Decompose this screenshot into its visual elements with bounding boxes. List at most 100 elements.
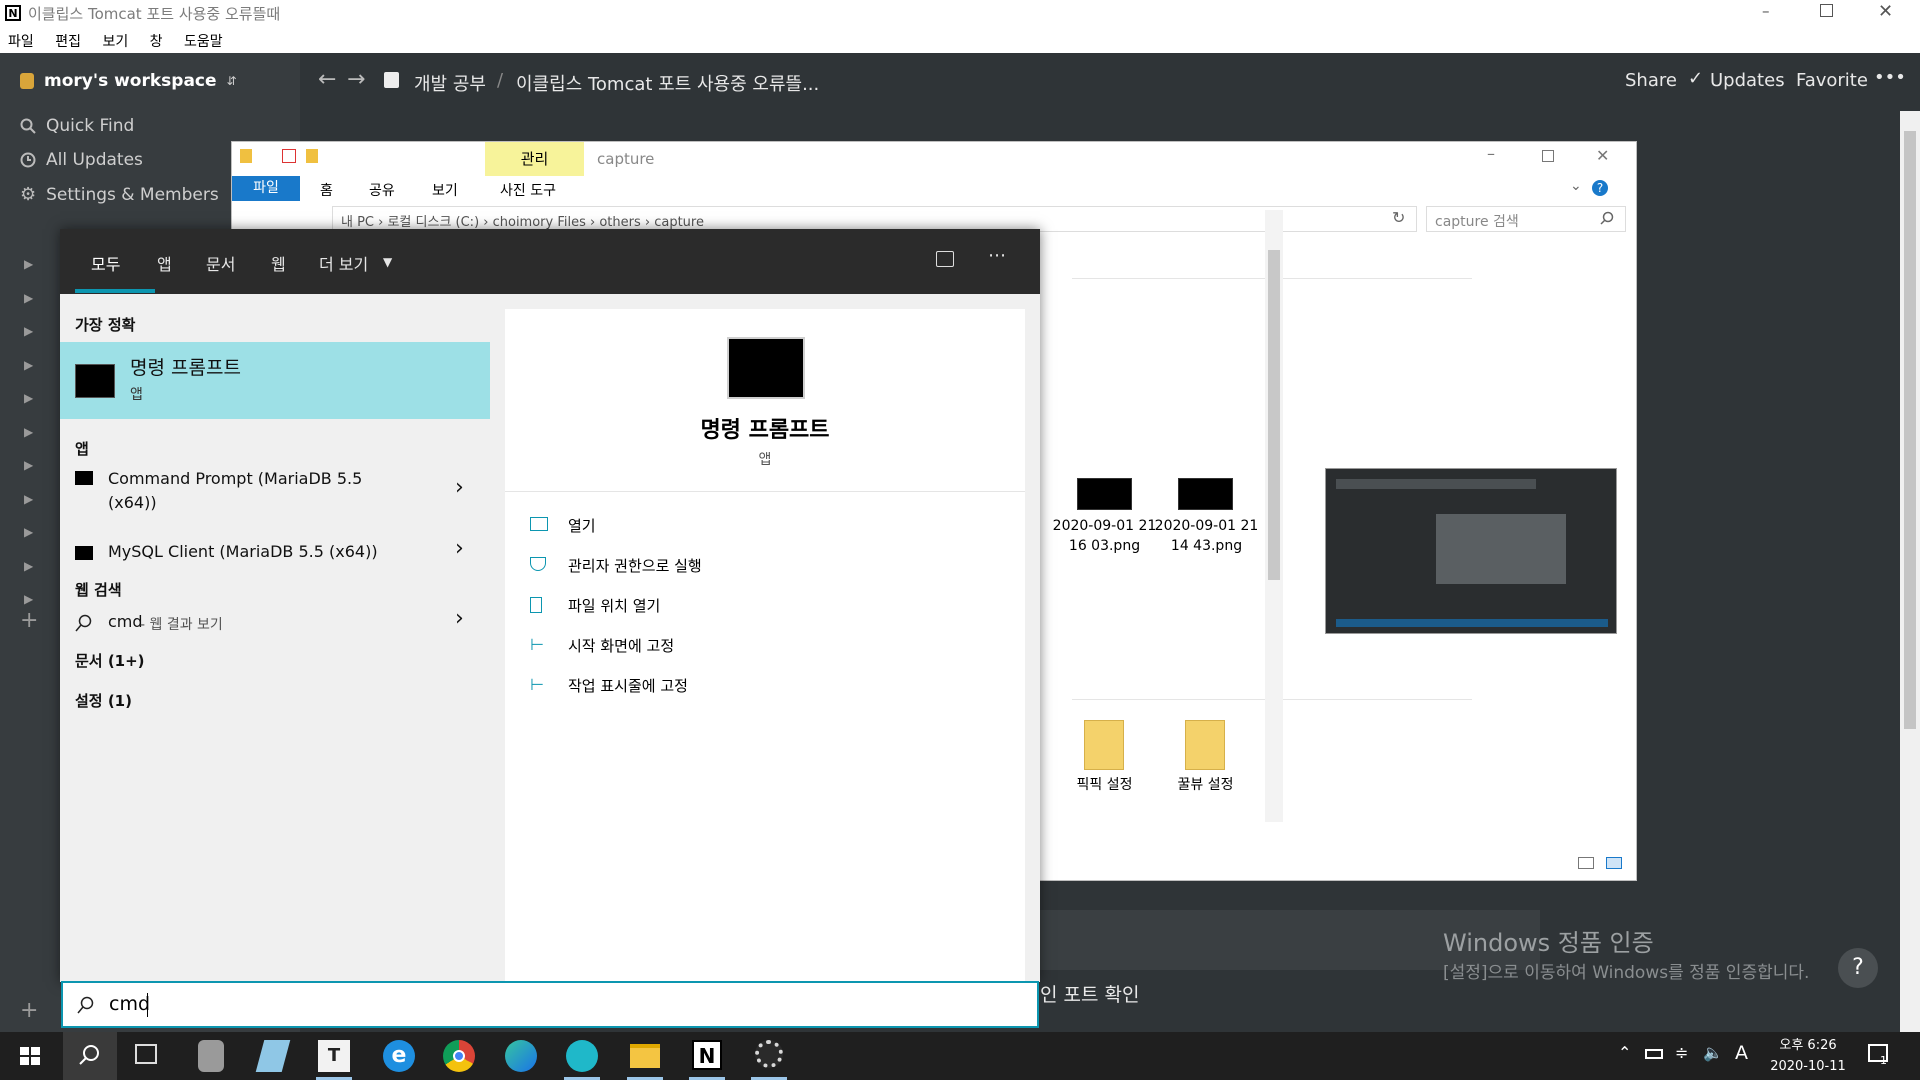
- action-open-file-location[interactable]: 파일 위치 열기: [530, 595, 1010, 625]
- breadcrumb-parent[interactable]: 개발 공부: [414, 70, 486, 96]
- file-thumbnail[interactable]: [1178, 478, 1233, 510]
- file-name[interactable]: 2020-09-01 21 16 03.png: [1052, 516, 1157, 556]
- settings-category[interactable]: 설정 (1): [75, 690, 132, 711]
- web-search-item[interactable]: cmd - 웹 결과 보기 ›: [60, 604, 490, 640]
- refresh-icon[interactable]: ↻: [1392, 208, 1405, 227]
- tab-share[interactable]: 공유: [369, 180, 395, 200]
- chevron-right-icon[interactable]: ›: [455, 536, 464, 561]
- battery-icon[interactable]: [1645, 1049, 1663, 1059]
- typora-icon[interactable]: T: [318, 1040, 350, 1072]
- internet-explorer-icon[interactable]: e: [383, 1040, 415, 1072]
- action-label: 파일 위치 열기: [568, 597, 661, 615]
- add-page-icon[interactable]: +: [20, 608, 38, 633]
- details-view-icon[interactable]: [1578, 857, 1594, 869]
- action-pin-to-taskbar[interactable]: ⊢ 작업 표시줄에 고정: [530, 675, 1010, 705]
- wifi-icon[interactable]: ≑: [1675, 1043, 1688, 1062]
- file-name[interactable]: 2020-09-01 21 14 43.png: [1154, 516, 1259, 556]
- notification-center-icon[interactable]: 1: [1868, 1044, 1888, 1067]
- file-location-icon: [530, 597, 542, 613]
- menu-file[interactable]: 파일: [8, 31, 34, 51]
- workspace-switcher[interactable]: mory's workspace ⇵: [20, 71, 237, 91]
- folder-icon[interactable]: [1084, 720, 1124, 770]
- tray-overflow-icon[interactable]: ⌃: [1618, 1043, 1631, 1062]
- menu-view[interactable]: 보기: [102, 31, 128, 51]
- chevron-updown-icon: ⇵: [226, 74, 237, 88]
- start-search-input[interactable]: cmd: [61, 981, 1039, 1028]
- new-folder-icon[interactable]: [306, 149, 318, 163]
- properties-icon[interactable]: [282, 149, 296, 163]
- tab-web[interactable]: 웹: [271, 251, 286, 275]
- sidebar-item-quick-find[interactable]: Quick Find: [20, 116, 134, 136]
- action-pin-to-start[interactable]: ⊢ 시작 화면에 고정: [530, 635, 1010, 665]
- messenger-app-icon[interactable]: [566, 1040, 598, 1072]
- app-item[interactable]: Command Prompt (MariaDB 5.5 (x64)) ›: [60, 457, 490, 521]
- tab-view[interactable]: 보기: [432, 180, 458, 200]
- tab-documents[interactable]: 문서: [206, 251, 235, 275]
- tab-more[interactable]: 더 보기: [319, 251, 368, 275]
- search-box[interactable]: capture 검색: [1426, 206, 1626, 232]
- updates-button[interactable]: Updates: [1710, 70, 1785, 91]
- search-input-value[interactable]: cmd: [109, 993, 150, 1015]
- chevron-right-icon[interactable]: ›: [455, 475, 464, 500]
- app-item[interactable]: MySQL Client (MariaDB 5.5 (x64)) ›: [60, 534, 490, 570]
- share-button[interactable]: Share: [1625, 70, 1677, 91]
- task-view-icon[interactable]: [135, 1044, 157, 1064]
- page-tree-toggles[interactable]: ▶ ▶ ▶ ▶ ▶ ▶ ▶ ▶ ▶ ▶ ▶: [24, 248, 33, 617]
- volume-icon[interactable]: 🔈: [1703, 1043, 1723, 1062]
- help-button[interactable]: ?: [1838, 948, 1878, 988]
- help-icon[interactable]: ?: [1592, 180, 1608, 196]
- folder-icon[interactable]: [1185, 720, 1225, 770]
- menu-window[interactable]: 창: [150, 31, 163, 51]
- minimize-icon[interactable]: –: [1487, 144, 1495, 163]
- feedback-icon[interactable]: [936, 251, 954, 267]
- tab-picture-tools[interactable]: 사진 도구: [500, 180, 556, 200]
- documents-category[interactable]: 문서 (1+): [75, 650, 145, 671]
- clock[interactable]: 오후 6:26 2020-10-11: [1768, 1035, 1848, 1077]
- more-options-icon[interactable]: ⋯: [988, 245, 1006, 266]
- tab-home[interactable]: 홈: [320, 180, 333, 200]
- sidebar-item-all-updates[interactable]: All Updates: [20, 150, 143, 170]
- menu-edit[interactable]: 편집: [55, 31, 81, 51]
- menu-help[interactable]: 도움말: [184, 31, 223, 51]
- breadcrumb-current[interactable]: 이클립스 Tomcat 포트 사용중 오류뜰...: [516, 70, 819, 96]
- edge-icon[interactable]: [505, 1040, 537, 1072]
- sidebar-item-settings[interactable]: ⚙ Settings & Members: [20, 184, 219, 205]
- tab-all[interactable]: 모두: [91, 251, 120, 275]
- file-explorer-icon[interactable]: [630, 1044, 660, 1068]
- file-thumbnail[interactable]: [1077, 478, 1132, 510]
- notification-count: 1: [1880, 1054, 1887, 1067]
- notion-icon[interactable]: N: [692, 1040, 722, 1070]
- microphone-app-icon[interactable]: [198, 1040, 224, 1072]
- folder-name[interactable]: 픽픽 설정: [1067, 774, 1142, 794]
- restore-icon[interactable]: [1820, 4, 1833, 17]
- scrollbar[interactable]: [1265, 210, 1283, 822]
- close-icon[interactable]: ✕: [1878, 1, 1893, 22]
- settings-app-icon[interactable]: [755, 1040, 783, 1068]
- action-open[interactable]: 열기: [530, 515, 1010, 545]
- start-button[interactable]: [0, 1032, 60, 1080]
- action-run-as-admin[interactable]: 관리자 권한으로 실행: [530, 555, 1010, 585]
- close-icon[interactable]: ✕: [1596, 146, 1609, 165]
- folder-name[interactable]: 꿀뷰 설정: [1168, 774, 1243, 794]
- maximize-icon[interactable]: [1542, 150, 1554, 162]
- forward-arrow-icon[interactable]: →: [347, 67, 365, 92]
- taskbar-search-button[interactable]: [63, 1032, 117, 1080]
- chevron-right-icon[interactable]: ›: [455, 606, 464, 631]
- tab-apps[interactable]: 앱: [157, 251, 172, 275]
- checkmark-icon: ✓: [1688, 68, 1704, 89]
- menu-bar: 파일 편집 보기 창 도움말: [0, 27, 1920, 53]
- best-match-item[interactable]: 명령 프롬프트 앱: [60, 342, 490, 419]
- chevron-down-icon[interactable]: ⌄: [1570, 178, 1582, 194]
- new-page-icon[interactable]: +: [20, 998, 38, 1023]
- minimize-icon[interactable]: –: [1762, 2, 1770, 20]
- chrome-icon[interactable]: [443, 1040, 475, 1072]
- large-icons-view-icon[interactable]: [1606, 857, 1622, 869]
- scrollbar-thumb[interactable]: [1904, 131, 1916, 729]
- back-arrow-icon[interactable]: ←: [318, 67, 336, 92]
- scrollbar-thumb[interactable]: [1268, 250, 1280, 580]
- favorite-button[interactable]: Favorite: [1796, 70, 1868, 91]
- more-options-button[interactable]: •••: [1874, 67, 1906, 88]
- ime-indicator[interactable]: A: [1735, 1042, 1748, 1064]
- scrollbar[interactable]: [1900, 111, 1920, 1032]
- tab-file[interactable]: 파일: [232, 176, 300, 201]
